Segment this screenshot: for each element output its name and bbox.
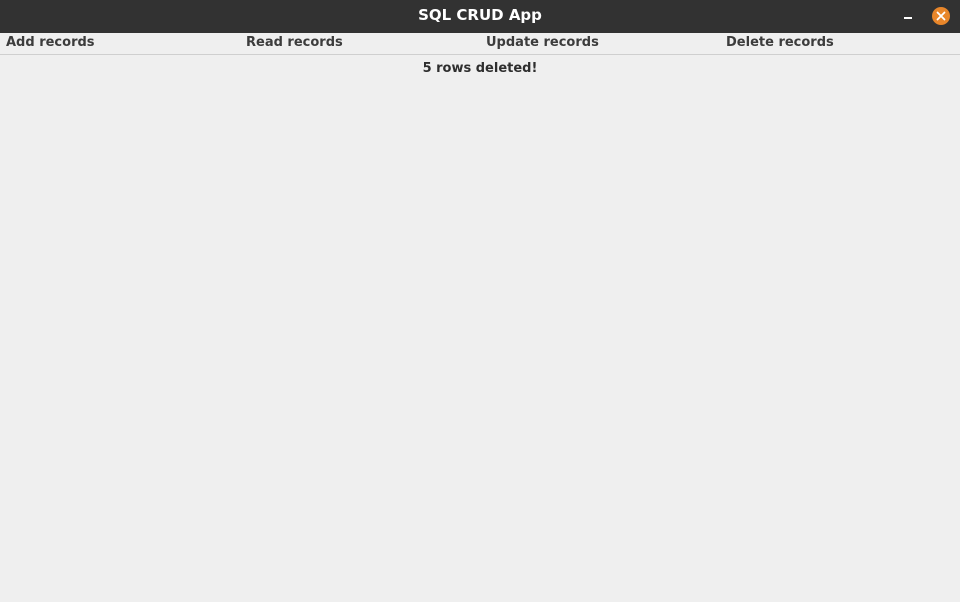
main-content: 5 rows deleted! [0,55,960,602]
status-message: 5 rows deleted! [422,61,538,76]
menu-delete-records[interactable]: Delete records [726,33,834,54]
close-button[interactable] [932,7,950,25]
menu-update-records[interactable]: Update records [486,33,599,54]
title-bar[interactable]: SQL CRUD App [0,0,960,33]
minimize-icon [904,17,912,19]
close-icon [936,11,946,21]
menu-bar: Add records Read records Update records … [0,33,960,55]
minimize-button[interactable] [899,7,917,25]
menu-add-records[interactable]: Add records [6,33,95,54]
menu-read-records[interactable]: Read records [246,33,343,54]
window-title: SQL CRUD App [418,6,542,24]
app-window: SQL CRUD App Add records Read records Up… [0,0,960,602]
